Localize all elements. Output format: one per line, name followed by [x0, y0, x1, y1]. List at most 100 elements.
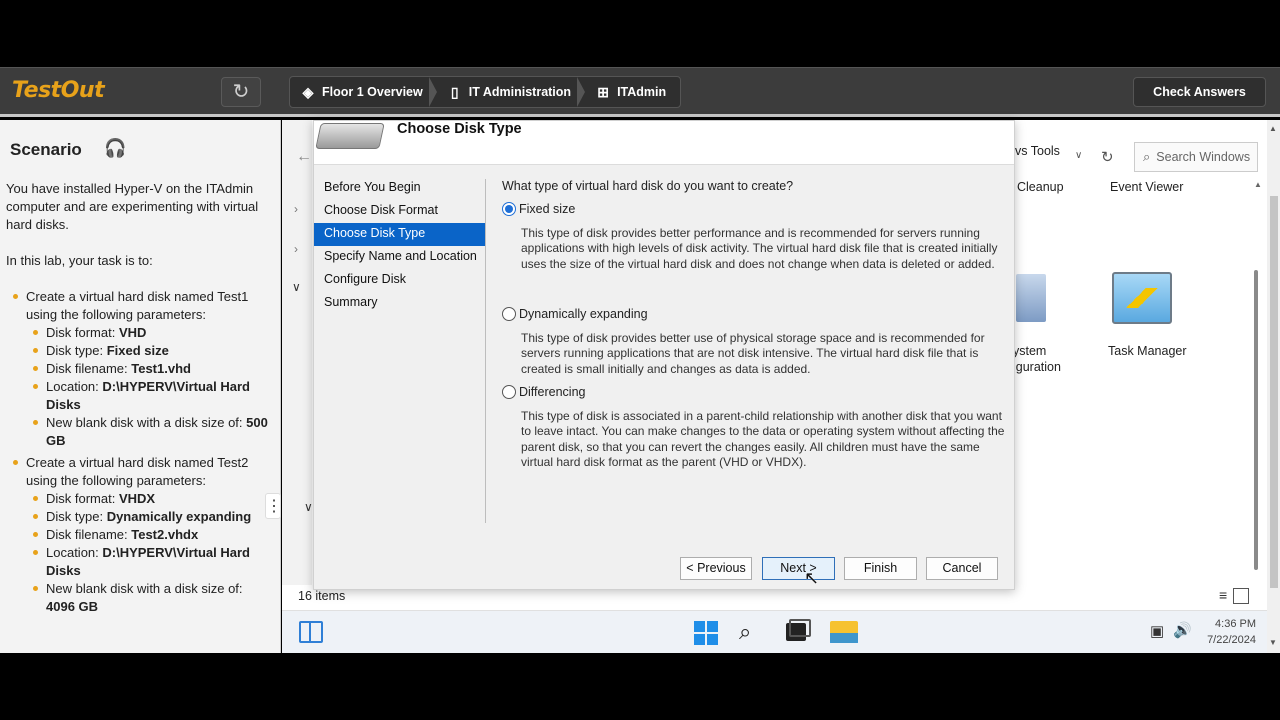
- scroll-up-icon[interactable]: ▲: [1254, 180, 1262, 189]
- start-icon[interactable]: [694, 621, 718, 645]
- task-manager-label[interactable]: Task Manager: [1108, 344, 1187, 358]
- param-item: Disk type: Dynamically expanding: [26, 508, 274, 526]
- door-icon: ▯: [450, 84, 459, 100]
- refresh-icon: ↻: [232, 81, 250, 103]
- radio-unchecked-icon[interactable]: [502, 385, 516, 399]
- volume-icon[interactable]: 🔊: [1173, 621, 1192, 639]
- dynamically-expanding-description: This type of disk provides better use of…: [521, 331, 985, 376]
- crumb-it-administration[interactable]: ▯ IT Administration: [428, 77, 585, 107]
- dynamically-expanding-radio[interactable]: Dynamically expanding: [502, 306, 1012, 324]
- refresh-button[interactable]: ↻: [221, 77, 261, 107]
- search-windows-input[interactable]: ⌕ Search Windows: [1134, 142, 1258, 172]
- crumb-label: ITAdmin: [617, 85, 667, 99]
- crumb-floor-overview[interactable]: ◈ Floor 1 Overview: [290, 77, 437, 107]
- finish-button[interactable]: Finish: [844, 557, 917, 580]
- explorer-scrollbar-thumb[interactable]: [1254, 270, 1258, 570]
- clock-date: 7/22/2024: [1207, 634, 1256, 646]
- task-intro: In this lab, your task is to:: [6, 253, 153, 268]
- task-manager-icon[interactable]: [1112, 272, 1172, 324]
- mouse-cursor-icon: ↖: [804, 568, 820, 588]
- param-item: Disk type: Fixed size: [26, 342, 274, 360]
- items-count: 16 items: [298, 589, 346, 603]
- option-label: Differencing: [519, 385, 586, 399]
- tiles-view-icon[interactable]: [1233, 588, 1250, 605]
- fixed-size-radio[interactable]: Fixed size: [502, 201, 1012, 219]
- system-config-label-1[interactable]: ystem: [1013, 344, 1046, 358]
- widgets-icon[interactable]: [299, 621, 323, 643]
- chevron-down-icon[interactable]: ∨: [292, 280, 301, 294]
- chevron-down-icon[interactable]: ∨: [304, 500, 313, 514]
- previous-button[interactable]: < Previous: [680, 557, 752, 580]
- explorer-nav-pane: ← › › ∨: [282, 120, 312, 610]
- radio-checked-icon[interactable]: [502, 202, 516, 216]
- details-view-icon[interactable]: ≡: [1219, 587, 1227, 603]
- system-configuration-icon[interactable]: [1016, 274, 1046, 322]
- option-label: Dynamically expanding: [519, 307, 648, 321]
- step-configure-disk[interactable]: Configure Disk: [314, 269, 486, 292]
- task-item: Create a virtual hard disk named Test2 u…: [6, 454, 274, 616]
- disk-type-content: What type of virtual hard disk do you wa…: [502, 179, 1012, 470]
- file-explorer-icon[interactable]: [830, 621, 858, 643]
- crumb-label: Floor 1 Overview: [322, 85, 423, 99]
- scenario-title: Scenario: [10, 140, 82, 159]
- page-scrollbar[interactable]: ▲ ▼: [1267, 120, 1280, 653]
- crumb-label: IT Administration: [468, 85, 572, 99]
- view-toggle[interactable]: ≡: [1219, 587, 1250, 605]
- scroll-up-icon[interactable]: ▲: [1269, 124, 1277, 133]
- fixed-size-description: This type of disk provides better perfor…: [521, 226, 998, 271]
- param-item: Location: D:\HYPERV\Virtual Hard Disks: [26, 378, 274, 414]
- chevron-down-icon[interactable]: ∨: [1075, 150, 1082, 161]
- scroll-down-icon[interactable]: ▼: [1269, 638, 1277, 647]
- cancel-button[interactable]: Cancel: [926, 557, 998, 580]
- search-icon[interactable]: ⌕: [739, 619, 751, 645]
- cleanup-label[interactable]: Cleanup: [1017, 180, 1064, 194]
- param-item: Location: D:\HYPERV\Virtual Hard Disks: [26, 544, 274, 580]
- scenario-text: You have installed Hyper-V on the ITAdmi…: [6, 180, 274, 620]
- param-item: New blank disk with a disk size of: 500 …: [26, 414, 274, 450]
- new-virtual-hard-disk-wizard: Choose Disk Type Before You Begin Choose…: [313, 120, 1015, 590]
- step-specify-name-location[interactable]: Specify Name and Location: [314, 246, 486, 269]
- divider: [485, 179, 486, 523]
- top-bar: TestOut ↻ ◈ Floor 1 Overview ▯ IT Admini…: [0, 67, 1280, 117]
- check-answers-button[interactable]: Check Answers: [1133, 77, 1266, 107]
- scenario-intro: You have installed Hyper-V on the ITAdmi…: [6, 181, 259, 232]
- event-viewer-label[interactable]: Event Viewer: [1110, 180, 1183, 194]
- task-list: Create a virtual hard disk named Test1 u…: [6, 288, 274, 616]
- network-icon[interactable]: ▣: [1150, 622, 1164, 640]
- headphones-icon[interactable]: 🎧: [104, 138, 126, 159]
- crumb-itadmin[interactable]: ⊞ ITAdmin: [577, 77, 680, 107]
- layers-icon: ◈: [302, 84, 314, 100]
- location-breadcrumb: ◈ Floor 1 Overview ▯ IT Administration ⊞…: [289, 76, 682, 108]
- testout-logo: TestOut: [12, 78, 105, 103]
- task-view-icon[interactable]: [786, 619, 811, 641]
- next-button[interactable]: Next >: [762, 557, 835, 580]
- search-icon: ⌕: [1143, 149, 1151, 164]
- panel-resize-handle[interactable]: ⋮: [265, 493, 282, 519]
- param-item: Disk filename: Test2.vhdx: [26, 526, 274, 544]
- differencing-radio[interactable]: Differencing: [502, 384, 1012, 402]
- task-item: Create a virtual hard disk named Test1 u…: [6, 288, 274, 450]
- radio-unchecked-icon[interactable]: [502, 307, 516, 321]
- scrollbar-thumb[interactable]: [1270, 196, 1278, 588]
- step-choose-disk-type[interactable]: Choose Disk Type: [314, 223, 486, 246]
- clock-time: 4:36 PM: [1215, 618, 1256, 630]
- taskbar-clock[interactable]: 4:36 PM 7/22/2024: [1200, 616, 1256, 648]
- system-config-label-2[interactable]: iguration: [1013, 360, 1061, 374]
- tools-dropdown[interactable]: vs Tools: [1015, 144, 1060, 158]
- dialog-title: Choose Disk Type: [397, 121, 522, 137]
- differencing-description: This type of disk is associated in a par…: [521, 409, 1005, 469]
- chevron-right-icon[interactable]: ›: [294, 242, 298, 256]
- wizard-steps: Before You Begin Choose Disk Format Choo…: [314, 177, 486, 315]
- step-choose-disk-format[interactable]: Choose Disk Format: [314, 200, 486, 223]
- chevron-right-icon[interactable]: ›: [294, 202, 298, 216]
- back-arrow-icon[interactable]: ←: [296, 148, 312, 166]
- step-summary[interactable]: Summary: [314, 292, 486, 315]
- hard-disk-icon: [315, 123, 385, 149]
- step-before-you-begin[interactable]: Before You Begin: [314, 177, 486, 200]
- option-label: Fixed size: [519, 202, 576, 216]
- disk-type-question: What type of virtual hard disk do you wa…: [502, 179, 794, 193]
- taskbar: ⌕ ▣ 🔊 4:36 PM 7/22/2024: [282, 610, 1267, 653]
- refresh-icon[interactable]: ↻: [1101, 148, 1114, 166]
- param-list: Disk format: VHDX Disk type: Dynamically…: [26, 490, 274, 616]
- screen: TestOut ↻ ◈ Floor 1 Overview ▯ IT Admini…: [0, 0, 1280, 720]
